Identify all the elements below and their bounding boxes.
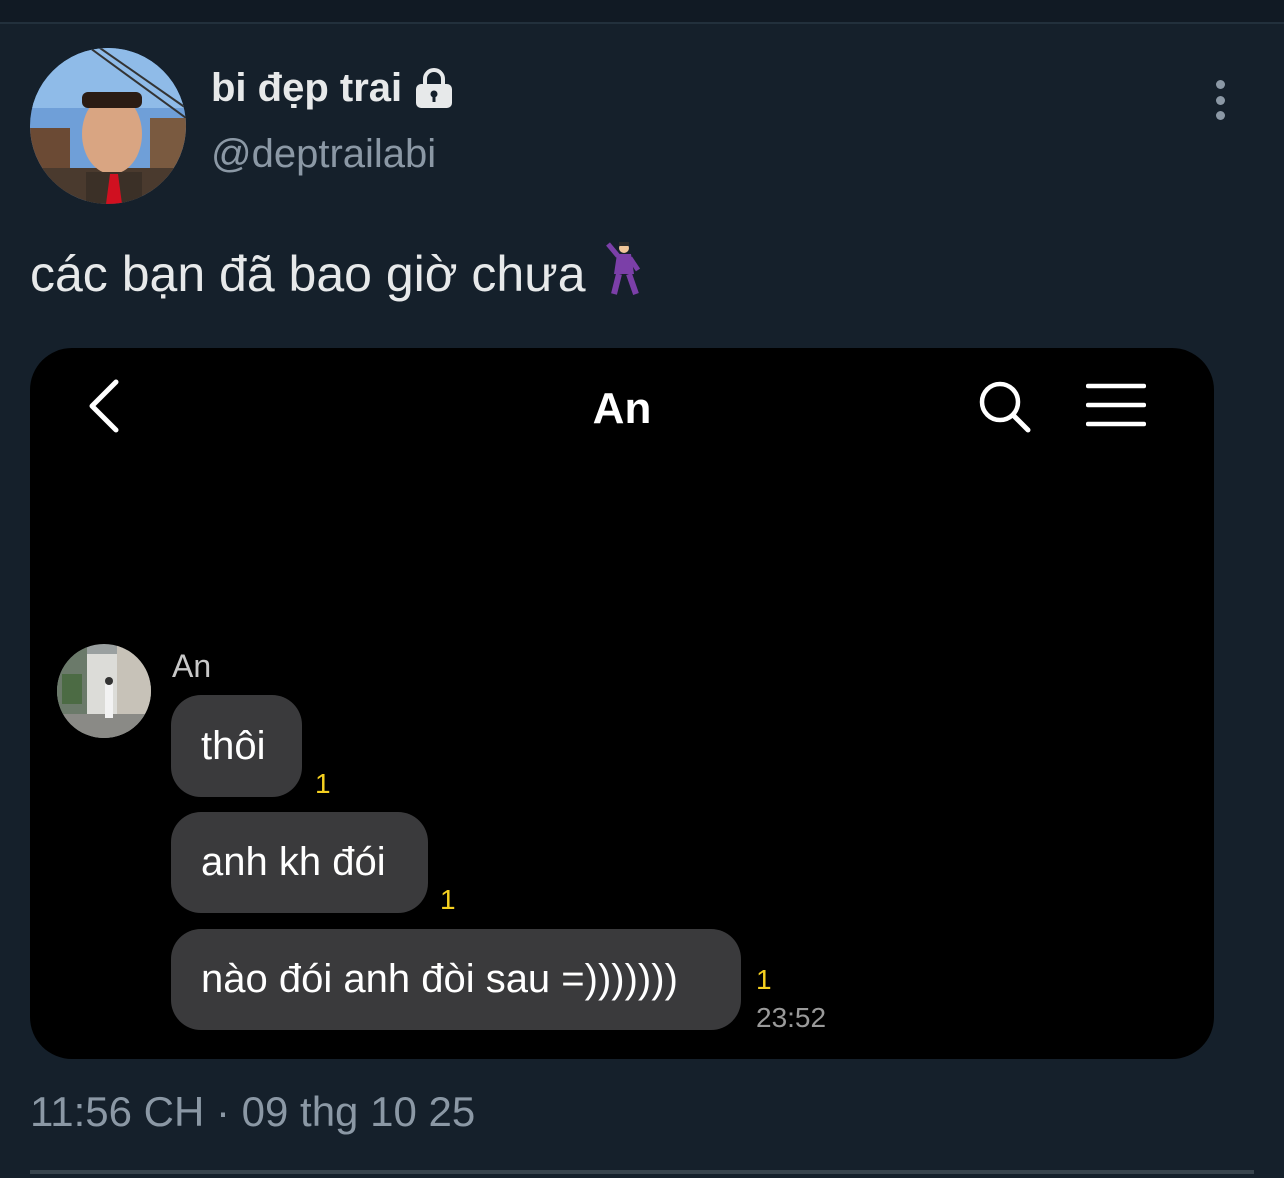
message-time: 23:52 xyxy=(756,1002,827,1033)
hamburger-menu-icon[interactable] xyxy=(1085,382,1147,428)
top-divider xyxy=(0,0,1284,24)
user-handle[interactable]: @deptrailabi xyxy=(211,132,436,177)
chat-title: An xyxy=(592,384,652,433)
unread-count: 1 xyxy=(440,884,456,915)
more-dot xyxy=(1215,80,1225,89)
unread-count: 1 xyxy=(756,964,772,995)
more-vertical-icon[interactable] xyxy=(1200,76,1240,124)
message-text: nào đói anh đòi sau =))))))) xyxy=(201,957,678,1001)
message-bubble[interactable]: nào đói anh đòi sau =))))))) xyxy=(171,929,741,1030)
search-icon[interactable] xyxy=(976,378,1032,434)
message-text: thôi xyxy=(201,723,266,768)
lock-icon xyxy=(412,67,456,111)
sender-name: An xyxy=(172,648,212,684)
more-dot xyxy=(1215,95,1225,105)
bottom-divider xyxy=(30,1170,1254,1174)
unread-count: 1 xyxy=(315,768,331,799)
message-bubble[interactable]: anh kh đói xyxy=(171,812,428,913)
tweet-timestamp[interactable]: 11:56 CH · 09 thg 10 25 xyxy=(30,1088,475,1136)
display-name-text: bi đẹp trai xyxy=(211,66,403,110)
message-bubble[interactable]: thôi xyxy=(171,695,302,797)
tweet-text-body: các bạn đã bao giờ chưa xyxy=(30,246,586,302)
display-name[interactable]: bi đẹp trai xyxy=(211,66,456,111)
contact-avatar[interactable] xyxy=(57,644,151,738)
tweet-text: các bạn đã bao giờ chưa xyxy=(30,240,642,308)
more-dot xyxy=(1215,111,1225,120)
chat-screenshot-media[interactable]: An An thôi 1 anh kh đói 1 nào đói anh đò… xyxy=(30,348,1214,1059)
profile-avatar[interactable] xyxy=(30,48,186,204)
message-text: anh kh đói xyxy=(201,840,386,884)
dancer-emoji-icon xyxy=(604,240,642,308)
